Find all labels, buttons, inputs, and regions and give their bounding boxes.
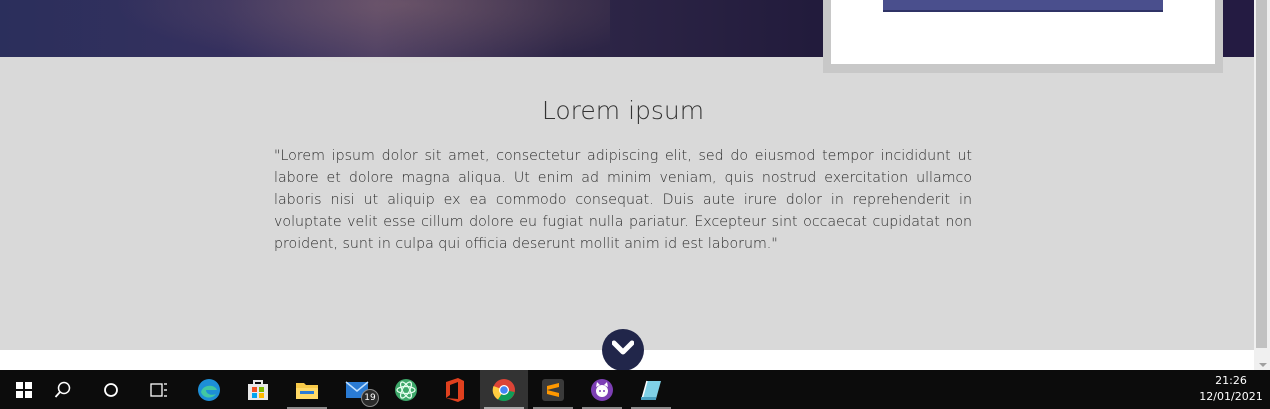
github-desktop-icon[interactable] — [578, 370, 626, 409]
office-icon[interactable] — [431, 370, 479, 409]
clock-time: 21:26 — [1215, 374, 1247, 387]
sublime-text-icon[interactable] — [529, 370, 577, 409]
cortana-icon[interactable] — [87, 370, 135, 409]
notepad-icon[interactable] — [627, 370, 675, 409]
scroll-arrow-down-icon[interactable] — [1258, 355, 1268, 367]
hero-card-button[interactable] — [883, 0, 1163, 12]
chevron-down-icon — [611, 340, 635, 360]
section-title: Lorem ipsum — [541, 96, 705, 125]
task-view-icon[interactable] — [135, 370, 183, 409]
windows-taskbar: 19 — [0, 370, 1270, 409]
web-page: Lorem ipsum "Lorem ipsum dolor sit amet,… — [0, 0, 1254, 370]
atom-icon[interactable] — [382, 370, 430, 409]
microsoft-store-icon[interactable] — [234, 370, 282, 409]
file-explorer-icon[interactable] — [283, 370, 331, 409]
scrollbar-thumb[interactable] — [1256, 0, 1267, 348]
section-paragraph: "Lorem ipsum dolor sit amet, consectetur… — [274, 148, 972, 252]
edge-icon[interactable] — [185, 370, 233, 409]
clock-date: 12/01/2021 — [1199, 390, 1263, 403]
mail-badge-count: 19 — [361, 389, 379, 407]
chrome-icon[interactable] — [480, 370, 528, 409]
mail-icon[interactable]: 19 — [333, 370, 381, 409]
system-clock[interactable]: 21:26 12/01/2021 — [1198, 373, 1264, 405]
search-icon[interactable] — [39, 370, 87, 409]
scroll-down-button[interactable] — [602, 329, 644, 371]
